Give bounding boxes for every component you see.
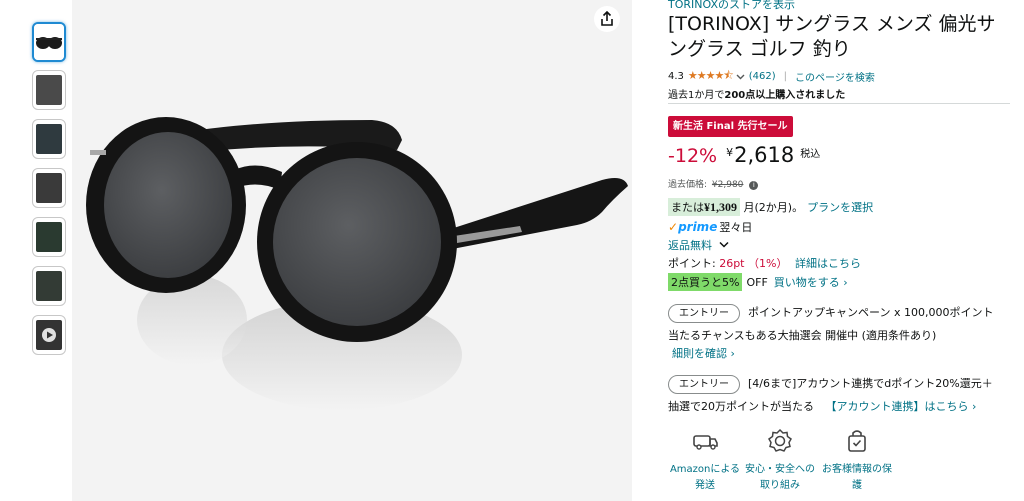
divider xyxy=(668,103,1010,104)
info-icon[interactable]: i xyxy=(749,181,759,190)
product-title: [TORINOX] サングラス メンズ 偏光サングラス ゴルフ 釣り xyxy=(668,13,996,60)
thumbnail-1[interactable] xyxy=(32,22,66,62)
trust-line-1: Amazonによる xyxy=(669,464,741,475)
share-icon xyxy=(601,11,613,26)
tax-label: 税込 xyxy=(800,149,821,160)
rating-count-link[interactable]: (462) xyxy=(749,71,776,82)
discount-percent: -12% xyxy=(668,145,718,167)
play-icon xyxy=(42,328,56,342)
installment-amount: ¥1,309 xyxy=(704,200,737,214)
bought-count: 過去1か月で200点以上購入されました xyxy=(668,86,845,101)
rating-stars-icon[interactable]: ★★★★⯪ xyxy=(688,67,734,86)
trust-badge-safety[interactable]: 安心・安全への 取り組み xyxy=(741,428,819,494)
prime-logo: prime xyxy=(678,220,718,234)
sunglasses-image xyxy=(86,117,628,410)
list-price-value: ¥2,980 xyxy=(711,180,744,190)
promo-details-link[interactable]: 細則を確認 › xyxy=(668,347,993,360)
promo-line-2: 抽選で20万ポイントが当たる xyxy=(668,400,814,413)
trust-line-2: 取り組み xyxy=(760,480,800,491)
prime-delivery-row: ✓ prime 翌々日 xyxy=(668,219,752,235)
deal-badge: 新生活 Final 先行セール xyxy=(668,116,793,137)
bulk-shop-link[interactable]: 買い物をする › xyxy=(774,274,848,290)
points-row: ポイント: 26pt （1%） 詳細はこちら xyxy=(668,255,861,271)
entry-button[interactable]: エントリー xyxy=(668,374,740,394)
separator: | xyxy=(783,71,788,82)
returns-label: 返品無料 xyxy=(668,239,712,252)
trust-line-1: お客様情報の保 xyxy=(822,464,892,475)
points-value: 26pt （1%） xyxy=(719,257,788,270)
bulk-discount-row: 2点買うと5% OFF 買い物をする › xyxy=(668,273,848,291)
installment-prefix: または xyxy=(671,201,704,214)
thumbnail-6[interactable] xyxy=(32,266,66,306)
price-row: -12% ¥ 2,618 税込 xyxy=(668,143,820,167)
glasses-thumbnail-icon xyxy=(34,24,64,60)
bulk-discount-pill: 2点買うと5% xyxy=(668,273,743,291)
thumbnail-7-video[interactable] xyxy=(32,315,66,355)
free-returns-link[interactable]: 返品無料 xyxy=(668,237,729,253)
price-value: 2,618 xyxy=(734,143,795,167)
installment-row: または¥1,309 月(2か月)。 プランを選択 xyxy=(668,198,873,216)
delivery-truck-icon xyxy=(693,435,718,450)
bought-bold: 200点以上購入されました xyxy=(724,90,846,101)
points-details-link[interactable]: 詳細はこちら xyxy=(795,257,861,270)
list-price-row: 過去価格: ¥2,980 i xyxy=(668,177,759,190)
trust-line-1: 安心・安全への xyxy=(745,464,815,475)
installment-suffix: 月(2か月)。 xyxy=(740,201,804,214)
main-product-image[interactable] xyxy=(72,0,632,501)
promo-1: エントリー ポイントアップキャンペーン x 100,000ポイント 当たるチャンス… xyxy=(668,301,993,360)
rating-row: 4.3 ★★★★⯪ (462) | このページを検索 xyxy=(668,67,875,86)
installment-pill: または¥1,309 xyxy=(668,198,740,216)
safety-badge-icon xyxy=(768,428,792,452)
thumbnail-3[interactable] xyxy=(32,119,66,159)
store-link[interactable]: TORINOXのストアを表示 xyxy=(668,0,795,12)
promo-line-2: 当たるチャンスもある大抽選会 開催中 (適用条件あり) xyxy=(668,329,937,342)
bulk-off-label: OFF xyxy=(746,275,768,289)
trust-badge-privacy[interactable]: お客様情報の保 護 xyxy=(818,428,896,494)
list-price-label: 過去価格: xyxy=(668,180,708,190)
entry-button[interactable]: エントリー xyxy=(668,303,740,323)
promo-line-1: ポイントアップキャンペーン x 100,000ポイント xyxy=(748,306,994,319)
chevron-down-icon[interactable] xyxy=(736,72,745,81)
prime-check-icon: ✓ xyxy=(668,220,679,234)
delivery-label: 翌々日 xyxy=(719,221,753,234)
shopping-bag-check-icon xyxy=(848,430,866,452)
chevron-down-icon xyxy=(718,241,729,248)
currency-symbol: ¥ xyxy=(726,146,734,159)
points-label: ポイント: xyxy=(668,257,720,270)
account-link[interactable]: 【アカウント連携】はこちら › xyxy=(826,400,977,413)
rating-value: 4.3 xyxy=(668,71,684,82)
share-button[interactable] xyxy=(594,6,620,32)
search-page-link[interactable]: このページを検索 xyxy=(795,69,875,84)
trust-line-2: 護 xyxy=(852,480,862,491)
promo-line-1: [4/6まで]アカウント連携でdポイント20%還元＋ xyxy=(748,377,993,390)
bought-prefix: 過去1か月で xyxy=(668,90,725,101)
trust-badge-shipping[interactable]: Amazonによる 発送 xyxy=(666,428,744,494)
trust-line-2: 発送 xyxy=(695,480,715,491)
thumbnail-2[interactable] xyxy=(32,70,66,110)
thumbnail-5[interactable] xyxy=(32,217,66,257)
installment-plan-link[interactable]: プランを選択 xyxy=(807,199,873,215)
thumbnail-4[interactable] xyxy=(32,168,66,208)
promo-2: エントリー [4/6まで]アカウント連携でdポイント20%還元＋ 抽選で20万ポイ… xyxy=(668,372,993,418)
